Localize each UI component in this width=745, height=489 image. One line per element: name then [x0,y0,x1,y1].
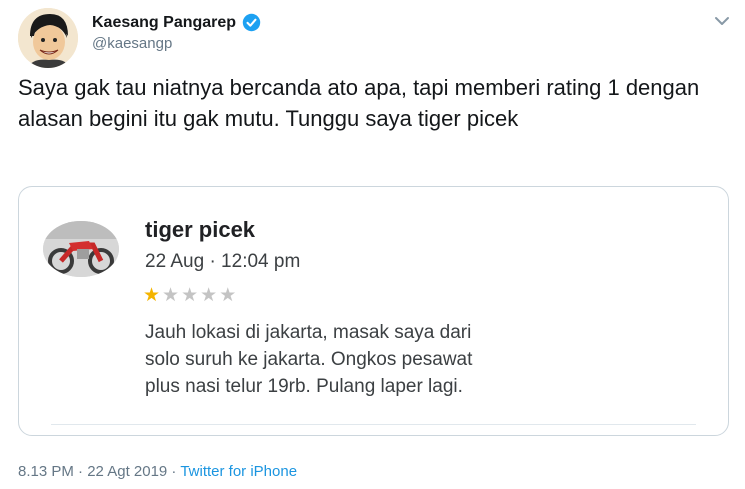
tweet-text: Saya gak tau niatnya bercanda ato apa, t… [18,75,700,131]
card-divider [51,424,696,425]
star-empty-icon: ★ [219,284,237,306]
tweet-source-link[interactable]: Twitter for iPhone [180,463,297,480]
reviewer-avatar [43,221,119,277]
verified-badge-icon [242,13,261,32]
caricature-icon [18,8,78,68]
review-date: 22 Aug · 12:04 pm [145,251,301,272]
tweet-footer: 8.13 PM · 22 Agt 2019 · Twitter for iPho… [18,463,297,480]
star-empty-icon: ★ [162,284,180,306]
star-empty-icon: ★ [181,284,199,306]
reviewer-name: tiger picek [145,217,256,242]
review-card[interactable]: tiger picek 22 Aug · 12:04 pm ★ ★ ★ ★ ★ Jauh… [18,186,729,436]
tweet-timestamp[interactable]: 8.13 PM · 22 Agt 2019 · [18,463,180,480]
tweet: Kaesang Pangarep @kaesangp Saya gak tau … [0,0,745,489]
author-name-text[interactable]: Kaesang Pangarep [92,14,236,32]
author-name[interactable]: Kaesang Pangarep [92,13,261,32]
author-avatar[interactable] [18,8,78,68]
chevron-down-icon[interactable] [713,14,731,28]
review-text: Jauh lokasi di jakarta, masak saya dari … [145,322,473,397]
star-empty-icon: ★ [200,284,218,306]
star-filled-icon: ★ [143,284,161,306]
star-rating: ★ ★ ★ ★ ★ [143,285,236,305]
motorcycle-photo-icon [43,221,119,277]
author-handle[interactable]: @kaesangp [92,35,172,52]
